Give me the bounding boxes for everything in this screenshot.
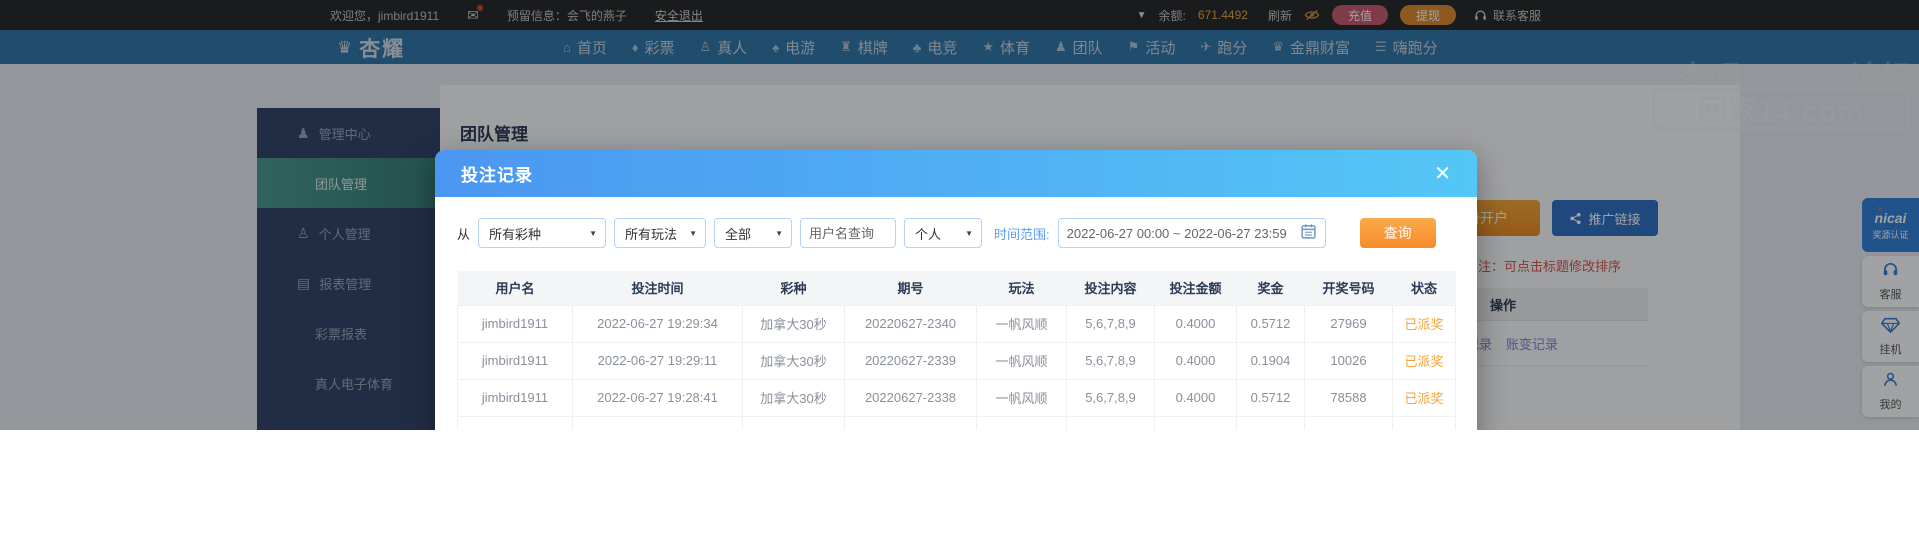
column-header-奖金: 奖金 — [1236, 271, 1305, 305]
column-header-投注内容: 投注内容 — [1066, 271, 1155, 305]
screenshot-root: 欢迎您，jimbird1911 ✉ 预留信息：会飞的燕子 安全退出 ▼ 余额: … — [0, 0, 1919, 548]
table-cell: 78588 — [1304, 378, 1393, 417]
column-header-用户名: 用户名 — [457, 271, 573, 305]
table-cell — [1154, 415, 1237, 430]
table-cell: 一帆风顺 — [976, 304, 1067, 343]
column-header-开奖号码: 开奖号码 — [1304, 271, 1393, 305]
table-cell: 0.4000 — [1154, 304, 1237, 343]
table-cell: 27969 — [1304, 304, 1393, 343]
table-row: jimbird1911 2022-06-27 19:29:11 加拿大30秒 2022… — [457, 341, 1456, 380]
play-type-select[interactable]: 所有玩法 — [614, 218, 707, 248]
status-badge: 已派奖 — [1392, 378, 1456, 417]
table-cell: 10026 — [1304, 341, 1393, 380]
page: 欢迎您，jimbird1911 ✉ 预留信息：会飞的燕子 安全退出 ▼ 余额: … — [0, 0, 1919, 430]
bet-records-modal: 投注记录 ✕ 从 所有彩种 所有玩法 全部 个人 时间范围: 2022-06-2… — [435, 150, 1477, 430]
table-cell: 加拿大30秒 — [742, 378, 845, 417]
status-badge: 已派奖 — [1392, 304, 1456, 343]
column-header-彩种: 彩种 — [742, 271, 845, 305]
date-range-input[interactable]: 2022-06-27 00:00 ~ 2022-06-27 23:59 — [1057, 218, 1326, 248]
table-cell: jimbird1911 — [457, 341, 573, 380]
table-cell: 0.4000 — [1154, 378, 1237, 417]
table-cell — [742, 415, 845, 430]
username-search-input[interactable] — [800, 218, 897, 248]
modal-header: 投注记录 ✕ — [435, 150, 1477, 197]
table-row: jimbird1911 2022-06-27 19:29:34 加拿大30秒 2022… — [457, 304, 1456, 343]
column-header-投注金额: 投注金额 — [1154, 271, 1237, 305]
table-cell: 0.4000 — [1154, 341, 1237, 380]
column-header-状态: 状态 — [1392, 271, 1456, 305]
table-cell: 2022-06-27 19:28:41 — [572, 378, 743, 417]
time-range-label: 时间范围: — [994, 226, 1050, 242]
table-cell — [1304, 415, 1393, 430]
table-row-partial — [457, 415, 1456, 430]
scope-select[interactable]: 全部 — [714, 218, 793, 248]
column-header-玩法: 玩法 — [976, 271, 1067, 305]
table-cell: 5,6,7,8,9 — [1066, 378, 1155, 417]
table-cell: jimbird1911 — [457, 304, 573, 343]
table-cell: 20220627-2339 — [844, 341, 977, 380]
table-cell: 一帆风顺 — [976, 378, 1067, 417]
table-cell: 2022-06-27 19:29:11 — [572, 341, 743, 380]
date-range-value: 2022-06-27 00:00 ~ 2022-06-27 23:59 — [1066, 225, 1287, 241]
bet-records-table: 用户名 投注时间 彩种 期号 玩法 投注内容 投注金额 奖金 开奖号码 状态 jimbird191… — [457, 271, 1456, 430]
close-icon[interactable]: ✕ — [1434, 164, 1451, 184]
table-cell: 0.5712 — [1236, 304, 1305, 343]
table-cell: jimbird1911 — [457, 378, 573, 417]
status-badge: 已派奖 — [1392, 341, 1456, 380]
table-row: jimbird1911 2022-06-27 19:28:41 加拿大30秒 2022… — [457, 378, 1456, 417]
table-cell — [1392, 415, 1456, 430]
table-cell: 2022-06-27 19:29:34 — [572, 304, 743, 343]
table-cell — [976, 415, 1067, 430]
column-header-投注时间: 投注时间 — [572, 271, 743, 305]
table-cell: 一帆风顺 — [976, 341, 1067, 380]
table-cell: 5,6,7,8,9 — [1066, 341, 1155, 380]
table-header-row: 用户名 投注时间 彩种 期号 玩法 投注内容 投注金额 奖金 开奖号码 状态 — [457, 271, 1456, 305]
from-label: 从 — [457, 226, 471, 242]
column-header-期号: 期号 — [844, 271, 977, 305]
filter-row: 从 所有彩种 所有玩法 全部 个人 时间范围: 2022-06-27 00:00… — [457, 218, 1455, 248]
person-select[interactable]: 个人 — [904, 218, 983, 248]
search-button[interactable]: 查询 — [1359, 218, 1436, 248]
table-cell: 加拿大30秒 — [742, 304, 845, 343]
table-cell — [572, 415, 743, 430]
modal-title: 投注记录 — [461, 166, 533, 185]
calendar-icon[interactable] — [1300, 223, 1317, 243]
table-cell: 加拿大30秒 — [742, 341, 845, 380]
table-cell — [1066, 415, 1155, 430]
table-cell — [457, 415, 573, 430]
table-cell: 0.1904 — [1236, 341, 1305, 380]
lottery-type-select[interactable]: 所有彩种 — [478, 218, 607, 248]
table-cell: 0.5712 — [1236, 378, 1305, 417]
table-cell: 20220627-2338 — [844, 378, 977, 417]
table-cell — [844, 415, 977, 430]
table-cell — [1236, 415, 1305, 430]
table-cell: 20220627-2340 — [844, 304, 977, 343]
table-cell: 5,6,7,8,9 — [1066, 304, 1155, 343]
